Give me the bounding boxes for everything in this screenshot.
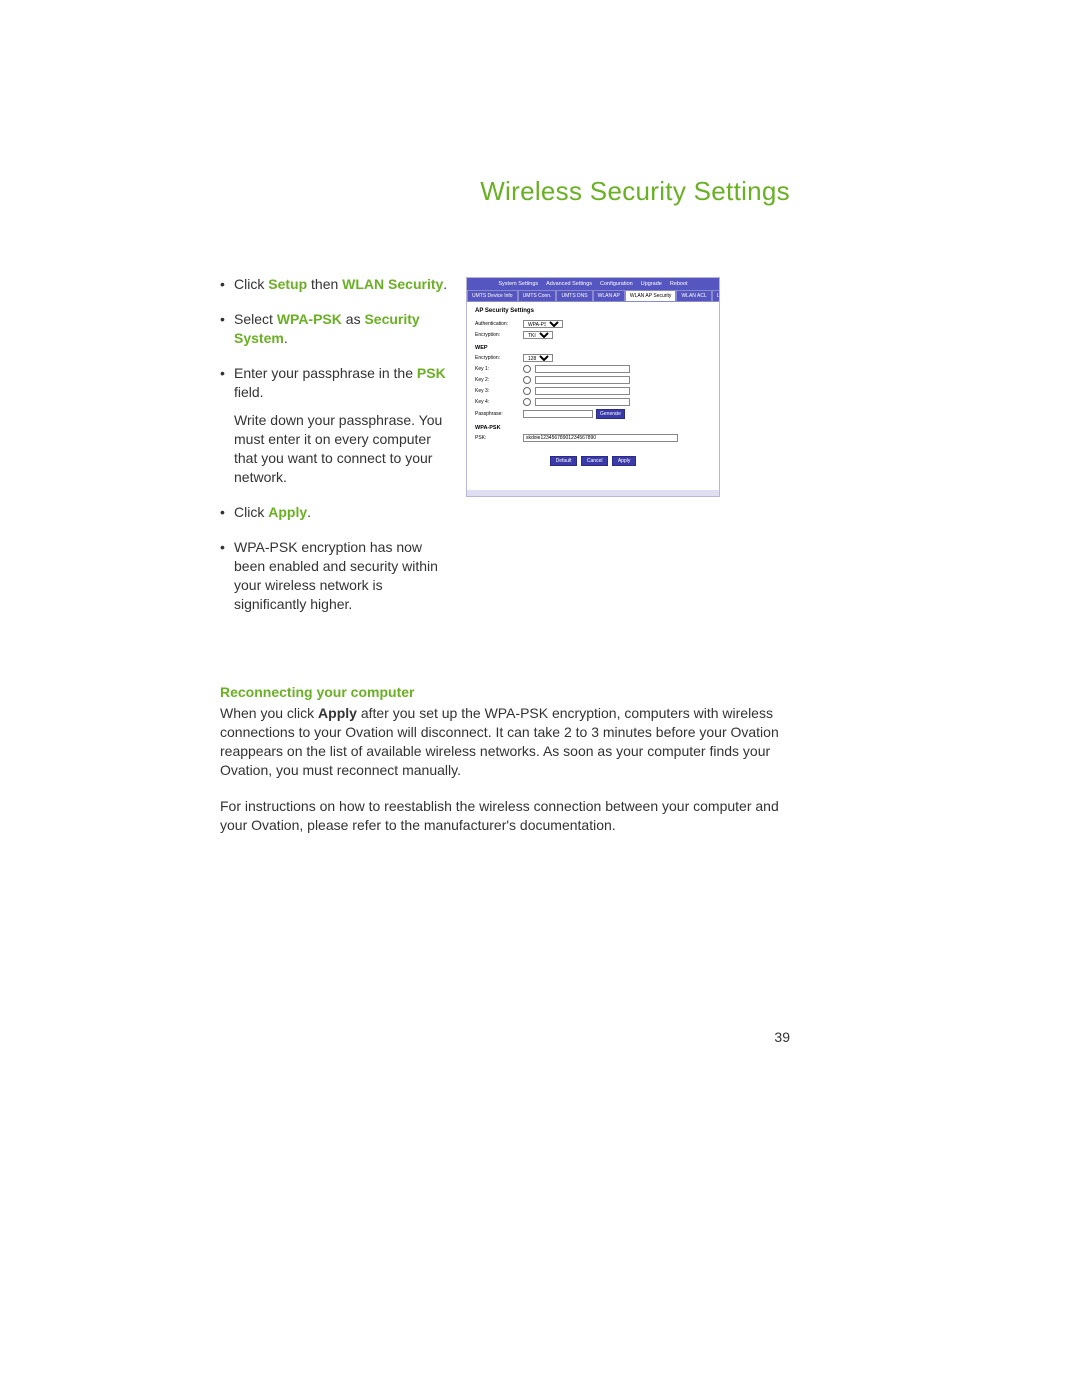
enc-select[interactable]: TKIP [523,331,553,339]
reconnect-heading: Reconnecting your computer [220,683,795,702]
lower-section: Reconnecting your computer When you clic… [220,683,795,853]
key2-radio[interactable] [523,376,531,384]
step-1-setup: Setup [268,276,307,292]
tab-dns: UMTS DNS [556,290,592,302]
panel-buttons: Default Cancel Apply [475,456,711,466]
auth-select[interactable]: WPA-PSK [523,320,563,328]
page-number: 39 [774,1029,790,1045]
passphrase-input[interactable] [523,410,593,418]
step-1-wlan: WLAN Security [342,276,443,292]
reconnect-p2: For instructions on how to reestablish t… [220,797,795,835]
cancel-button[interactable]: Cancel [581,456,609,466]
key2-input[interactable] [535,376,630,384]
step-2-text-a: Select [234,311,277,327]
nav-system: System Settings [498,281,538,287]
step-1-text-c: then [307,276,342,292]
reconnect-p1a: When you click [220,705,318,721]
step-2-text-c: as [342,311,365,327]
key3-input[interactable] [535,387,630,395]
step-4-text-a: Click [234,504,268,520]
step-4-apply: Apply [268,504,307,520]
step-1-text-e: . [443,276,447,292]
step-2-text-e: . [284,330,288,346]
key4-input[interactable] [535,398,630,406]
reconnect-p1: When you click Apply after you set up th… [220,704,795,780]
psk-input[interactable] [523,434,678,442]
instruction-column: Click Setup then WLAN Security. Select W… [220,275,450,629]
router-tabs: UMTS Device Info UMTS Conn. UMTS DNS WLA… [467,290,719,302]
auth-label: Authentication: [475,321,523,327]
generate-button[interactable]: Generate [596,409,625,419]
step-2-wpapsk: WPA-PSK [277,311,342,327]
router-topnav: System Settings Advanced Settings Config… [467,278,719,290]
ap-security-heading: AP Security Settings [475,308,711,314]
step-3-text-a: Enter your passphrase in the [234,365,417,381]
page-title: Wireless Security Settings [480,176,790,207]
step-3: Enter your passphrase in the PSK field. … [220,364,450,487]
enc-label: Encryption: [475,332,523,338]
tab-acl: WLAN ACL [676,290,711,302]
reconnect-apply-bold: Apply [318,705,357,721]
nav-upgrade: Upgrade [641,281,662,287]
nav-reboot: Reboot [670,281,688,287]
key4-label: Key 4: [475,399,523,405]
key1-label: Key 1: [475,366,523,372]
step-5-text: WPA-PSK encryption has now been enabled … [234,539,438,612]
wep-enc-label: Encryption: [475,355,523,361]
wep-enc-select[interactable]: 128 bit [523,354,553,362]
step-3-psk: PSK [417,365,446,381]
key3-label: Key 3: [475,388,523,394]
tab-wlan-security: WLAN AP Security [625,290,677,302]
step-2: Select WPA-PSK as Security System. [220,310,450,348]
key4-radio[interactable] [523,398,531,406]
passphrase-label: Passphrase: [475,411,523,417]
apply-button[interactable]: Apply [612,456,637,466]
key1-input[interactable] [535,365,630,373]
step-1: Click Setup then WLAN Security. [220,275,450,294]
nav-advanced: Advanced Settings [546,281,592,287]
tab-lan: LAN [712,290,720,302]
wep-heading: WEP [475,345,711,351]
router-screenshot: System Settings Advanced Settings Config… [466,277,720,497]
tab-wlanap: WLAN AP [593,290,625,302]
step-5: WPA-PSK encryption has now been enabled … [220,538,450,614]
step-4-text-c: . [307,504,311,520]
nav-config: Configuration [600,281,633,287]
step-1-text-a: Click [234,276,268,292]
step-3-text-c: field. [234,384,264,400]
key1-radio[interactable] [523,365,531,373]
tab-devinfo: UMTS Device Info [467,290,518,302]
wpa-psk-heading: WPA-PSK [475,425,711,431]
key2-label: Key 2: [475,377,523,383]
default-button[interactable]: Default [550,456,578,466]
tab-conn: UMTS Conn. [518,290,557,302]
step-4: Click Apply. [220,503,450,522]
psk-label: PSK: [475,435,523,441]
key3-radio[interactable] [523,387,531,395]
step-3-note: Write down your passphrase. You must ent… [234,411,450,487]
router-panel: AP Security Settings Authentication: WPA… [467,302,719,490]
